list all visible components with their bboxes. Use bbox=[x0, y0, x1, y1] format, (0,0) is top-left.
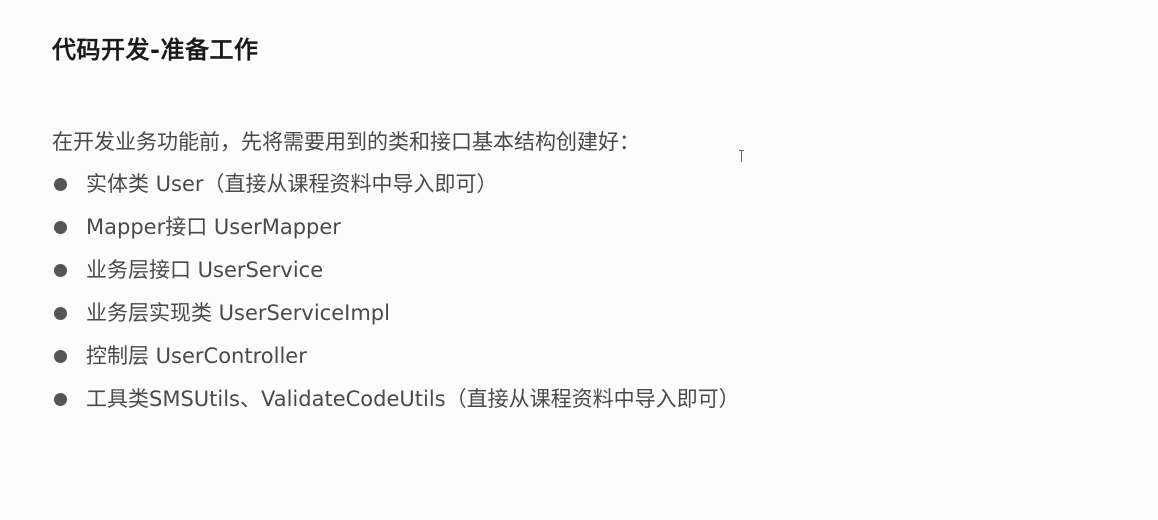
bullet-text: 业务层接口 UserService bbox=[86, 258, 324, 282]
bullet-item-user-service: 业务层接口 UserService bbox=[52, 250, 740, 293]
bullet-item-user-service-impl: 业务层实现类 UserServiceImpl bbox=[52, 293, 740, 336]
bullet-dot-icon bbox=[54, 221, 67, 234]
bullet-item-user-controller: 控制层 UserController bbox=[52, 336, 740, 379]
bullet-dot-icon bbox=[54, 393, 67, 406]
intro-text: 在开发业务功能前，先将需要用到的类和接口基本结构创建好： bbox=[52, 130, 640, 154]
bullet-dot-icon bbox=[54, 264, 67, 277]
bullet-item-user-entity: 实体类 User（直接从课程资料中导入即可） bbox=[52, 164, 740, 207]
text-cursor-icon bbox=[739, 148, 745, 164]
bullet-text: Mapper接口 UserMapper bbox=[86, 215, 341, 239]
bullet-item-user-mapper: Mapper接口 UserMapper bbox=[52, 207, 740, 250]
bullet-dot-icon bbox=[54, 178, 67, 191]
bullet-dot-icon bbox=[54, 350, 67, 363]
bullet-text: 实体类 User（直接从课程资料中导入即可） bbox=[86, 172, 498, 196]
bullet-dot-icon bbox=[54, 307, 67, 320]
bullet-text: 控制层 UserController bbox=[86, 344, 307, 368]
bullet-list: 实体类 User（直接从课程资料中导入即可） Mapper接口 UserMapp… bbox=[52, 164, 740, 422]
slide: 代码开发-准备工作 在开发业务功能前，先将需要用到的类和接口基本结构创建好： 实… bbox=[0, 0, 1158, 520]
bullet-text: 工具类SMSUtils、ValidateCodeUtils（直接从课程资料中导入… bbox=[86, 387, 740, 411]
bullet-item-utils: 工具类SMSUtils、ValidateCodeUtils（直接从课程资料中导入… bbox=[52, 379, 740, 422]
bullet-text: 业务层实现类 UserServiceImpl bbox=[86, 301, 390, 325]
slide-title: 代码开发-准备工作 bbox=[52, 36, 259, 64]
